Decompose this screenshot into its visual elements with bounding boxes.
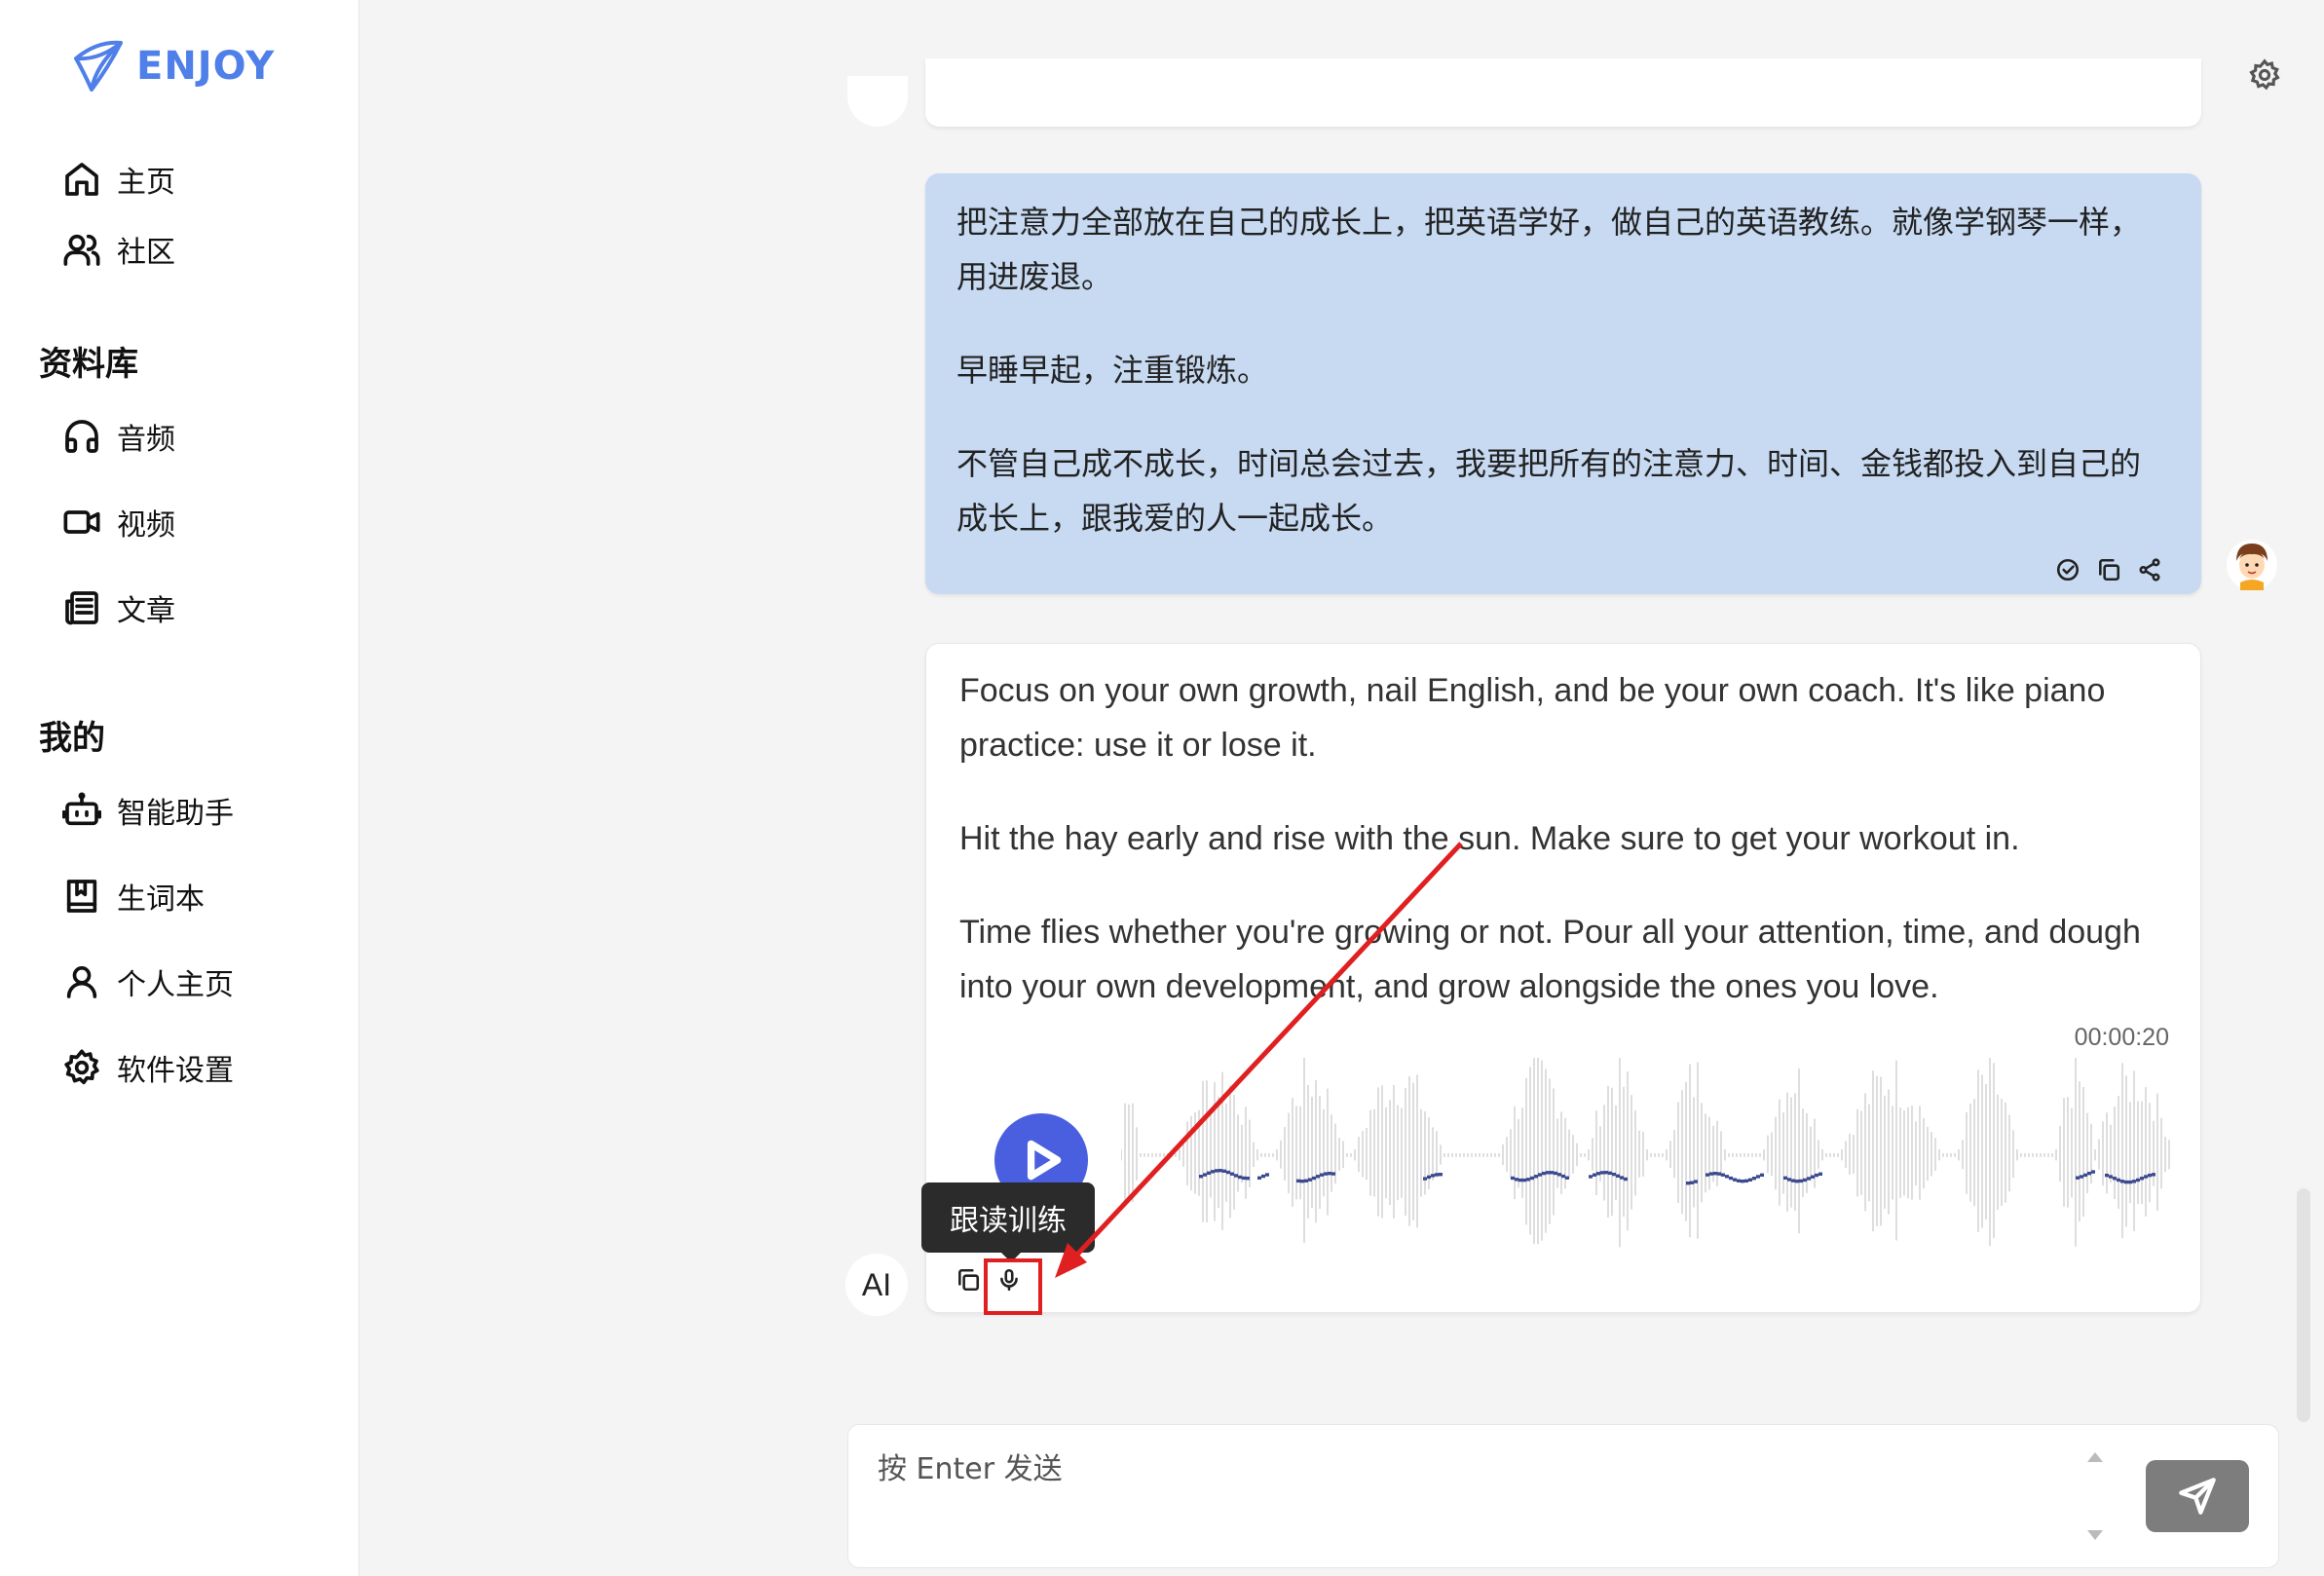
- check-icon[interactable]: [2055, 557, 2080, 582]
- sidebar-item-label: 音频: [117, 423, 175, 457]
- message-input[interactable]: [878, 1445, 2046, 1542]
- video-icon: [63, 510, 100, 534]
- sidebar-item-vocabulary[interactable]: 生词本: [62, 873, 205, 919]
- sidebar-item-home[interactable]: 主页: [62, 156, 175, 203]
- scroll-up-arrow[interactable]: [2087, 1452, 2103, 1462]
- chat-scrollbar[interactable]: [2297, 1188, 2310, 1422]
- send-icon: [2179, 1478, 2216, 1515]
- sidebar-item-label: 智能助手: [117, 797, 234, 831]
- highlight-box: [984, 1258, 1042, 1315]
- gear-icon: [64, 1049, 99, 1085]
- sidebar-item-label: 个人主页: [117, 968, 234, 1002]
- ai-message-paragraph: Focus on your own growth, nail English, …: [959, 672, 2106, 764]
- sidebar: ENJOY 主页 社区 资料库 音频 视频 文章 我的 智能助手 生词本 个人主…: [0, 0, 359, 1576]
- newspaper-icon: [65, 591, 98, 625]
- share-icon[interactable]: [2137, 557, 2162, 582]
- audio-duration: 00:00:20: [2074, 1024, 2169, 1051]
- sidebar-item-label: 生词本: [117, 882, 205, 917]
- sidebar-item-settings[interactable]: 软件设置: [62, 1044, 234, 1091]
- user-message-paragraph: 早睡早起，注重锻炼。: [956, 352, 1269, 389]
- gear-icon: [2249, 58, 2280, 91]
- sidebar-item-video[interactable]: 视频: [62, 499, 175, 545]
- user-message-paragraph: 不管自己成不成长，时间总会过去，我要把所有的注意力、时间、金钱都投入到自己的成长…: [956, 445, 2142, 537]
- message-input-box: [847, 1424, 2279, 1568]
- ai-message-paragraph: Time flies whether you're growing or not…: [959, 914, 2141, 1005]
- app-name: ENJOY: [136, 44, 276, 89]
- user-message-actions: [2055, 557, 2162, 582]
- sidebar-item-label: 软件设置: [117, 1054, 234, 1088]
- sidebar-item-label: 视频: [117, 508, 175, 543]
- copy-icon[interactable]: [956, 1267, 981, 1293]
- headphones-icon: [65, 420, 98, 453]
- user-message-paragraph: 把注意力全部放在自己的成长上，把英语学好，做自己的英语教练。就像学钢琴一样，用进…: [956, 204, 2142, 295]
- notebook-icon: [66, 880, 97, 913]
- ai-message-paragraph: Hit the hay early and rise with the sun.…: [959, 820, 2020, 857]
- user-icon: [66, 966, 97, 998]
- play-icon: [1027, 1140, 1062, 1181]
- ai-message: Focus on your own growth, nail English, …: [925, 643, 2201, 1313]
- sidebar-item-label: 主页: [117, 166, 175, 200]
- sidebar-item-audio[interactable]: 音频: [62, 413, 175, 460]
- sidebar-item-label: 社区: [117, 236, 175, 270]
- mine-section-title: 我的: [39, 719, 105, 758]
- send-button[interactable]: [2146, 1460, 2249, 1532]
- sidebar-item-assistant[interactable]: 智能助手: [62, 787, 234, 834]
- ai-avatar: AI: [845, 1254, 908, 1316]
- sidebar-item-profile[interactable]: 个人主页: [62, 958, 234, 1005]
- previous-message-card: [925, 58, 2201, 127]
- users-icon: [63, 234, 100, 266]
- home-icon: [65, 163, 98, 196]
- sidebar-item-label: 文章: [117, 594, 175, 628]
- previous-avatar: [847, 76, 908, 127]
- sidebar-item-articles[interactable]: 文章: [62, 584, 175, 631]
- app-logo[interactable]: ENJOY: [70, 37, 275, 95]
- user-avatar[interactable]: [2225, 536, 2279, 594]
- shadowing-tooltip: 跟读训练: [921, 1182, 1095, 1262]
- library-section-title: 资料库: [39, 345, 138, 384]
- bot-icon: [62, 792, 101, 826]
- sidebar-item-community[interactable]: 社区: [62, 226, 175, 273]
- copy-icon[interactable]: [2096, 557, 2121, 582]
- user-message: 把注意力全部放在自己的成长上，把英语学好，做自己的英语教练。就像学钢琴一样，用进…: [925, 173, 2201, 594]
- logo-icon: [74, 40, 123, 92]
- audio-waveform[interactable]: [1121, 1058, 2173, 1262]
- chat-settings-button[interactable]: [2248, 58, 2281, 92]
- scroll-down-arrow[interactable]: [2087, 1530, 2103, 1540]
